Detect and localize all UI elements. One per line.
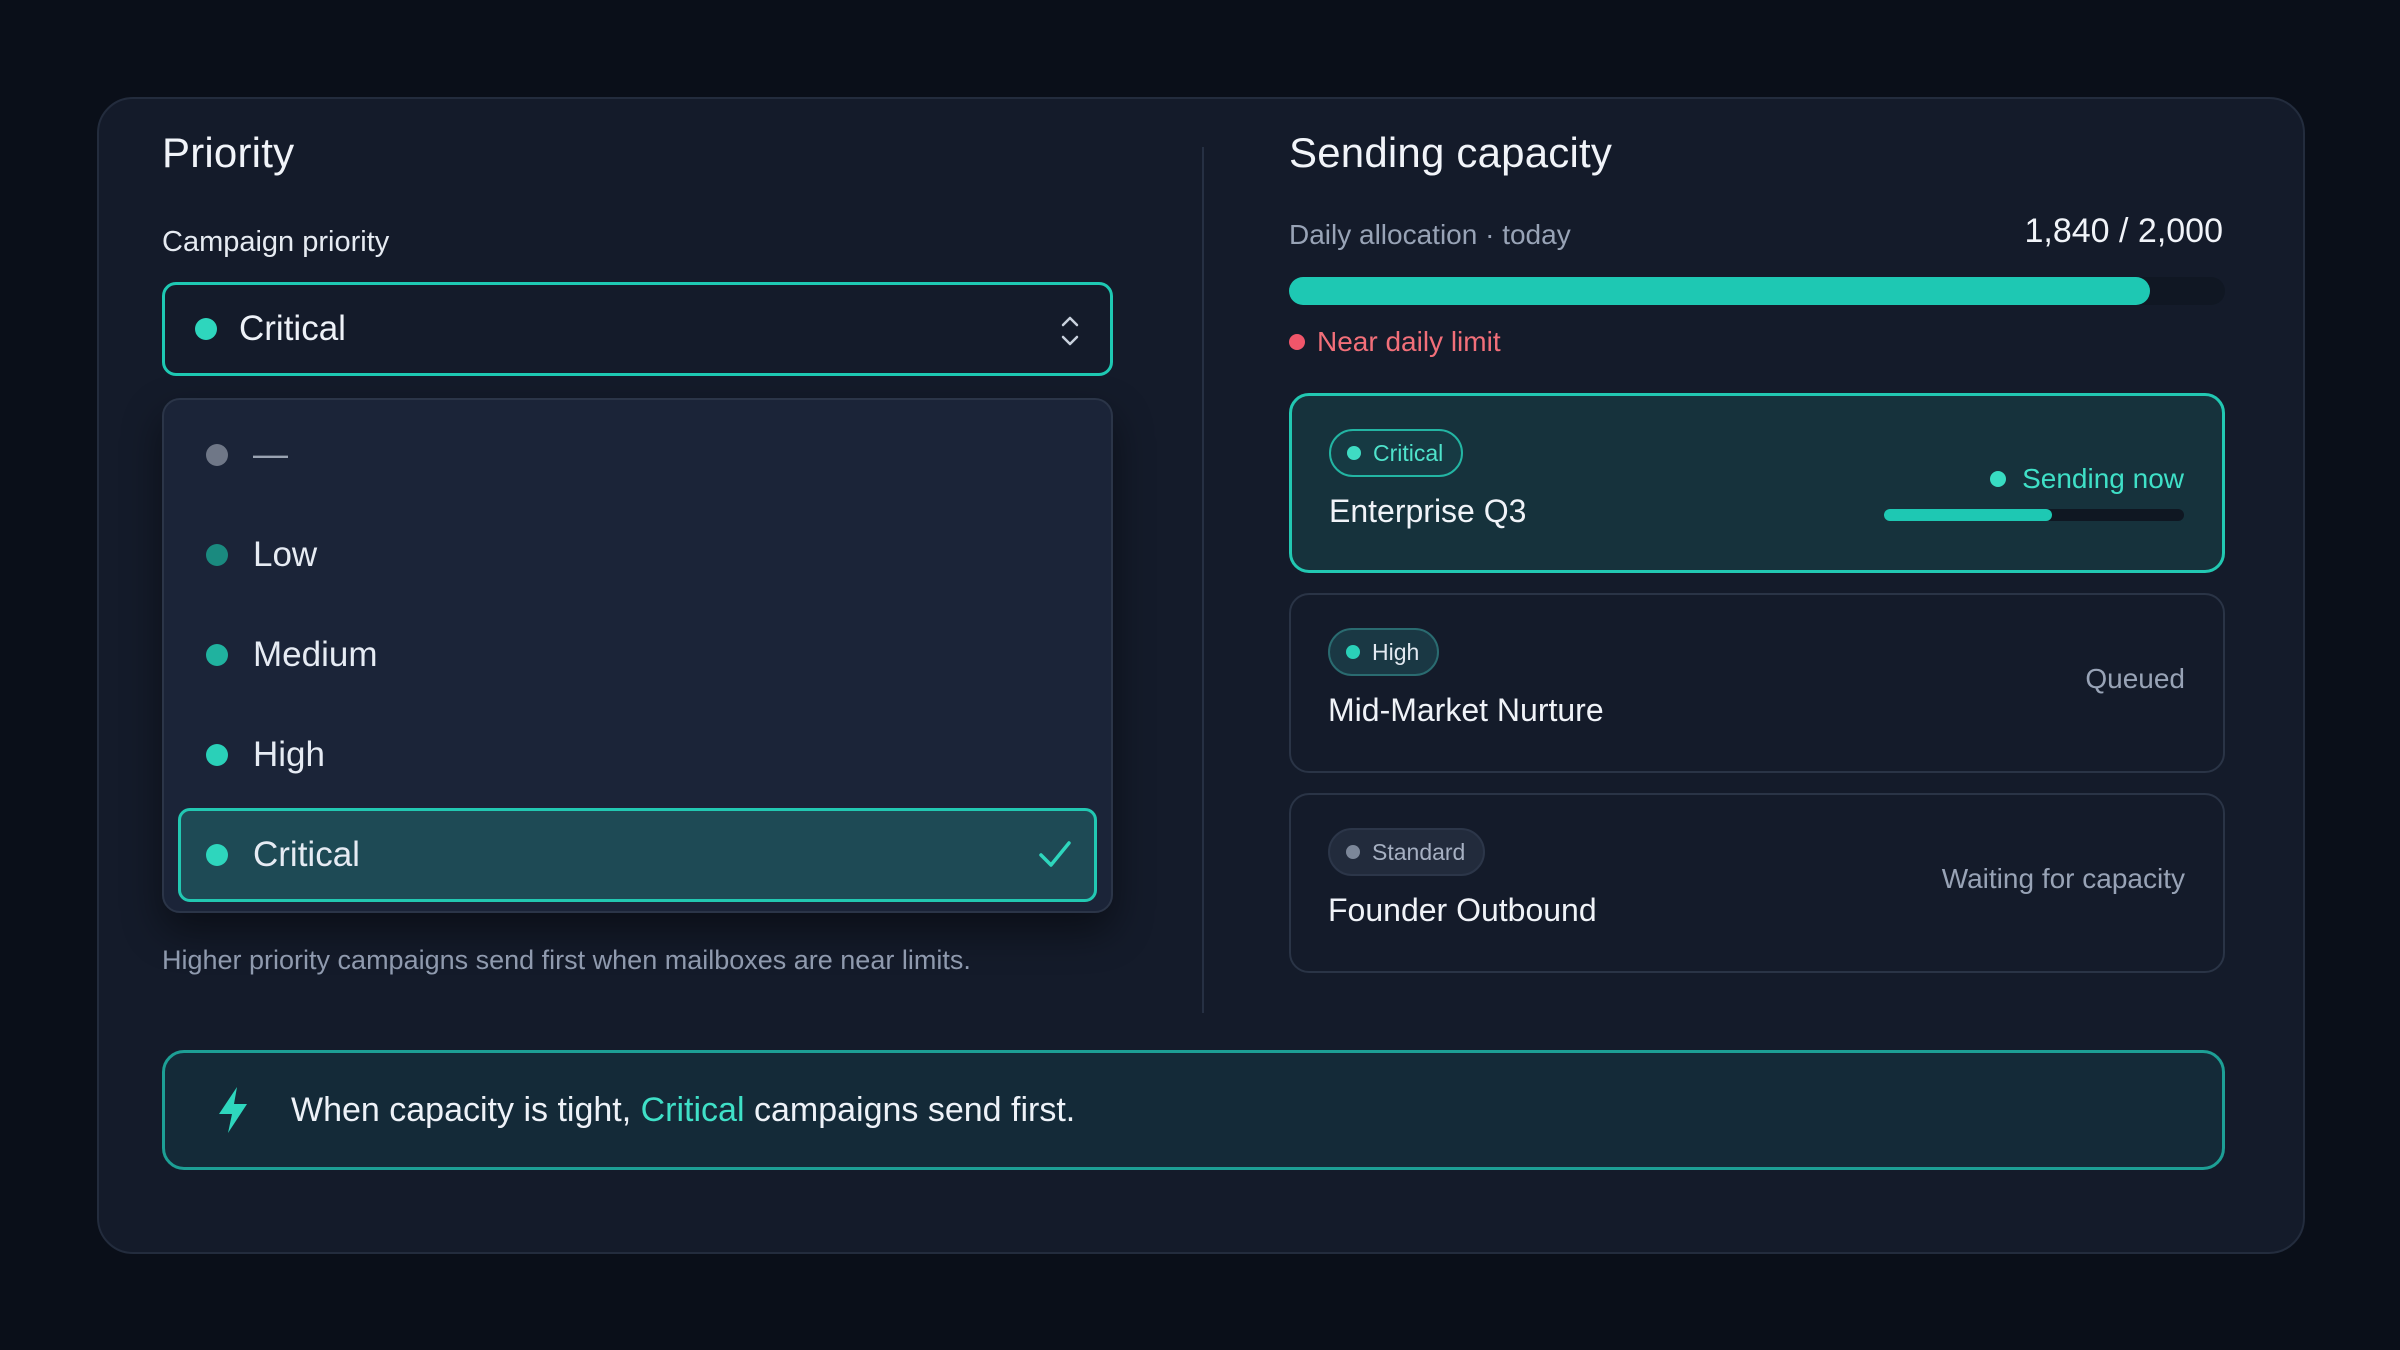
option-label: — <box>253 435 288 474</box>
priority-info-banner: When capacity is tight, Critical campaig… <box>162 1050 2225 1170</box>
banner-text: When capacity is tight, Critical campaig… <box>291 1091 1075 1130</box>
option-none[interactable]: — <box>180 410 1095 500</box>
banner-prefix: When capacity is tight, <box>291 1090 641 1129</box>
high-dot-icon <box>1346 645 1360 659</box>
option-high[interactable]: High <box>180 710 1095 800</box>
campaign-card-founder-outbound[interactable]: Standard Founder Outbound Waiting for ca… <box>1289 793 2225 973</box>
priority-select[interactable]: Critical <box>162 282 1113 376</box>
priority-title: Priority <box>162 129 295 176</box>
low-dot-icon <box>206 544 228 566</box>
sending-dot-icon <box>1990 471 2007 487</box>
campaign-name: Founder Outbound <box>1328 892 1597 928</box>
status-text: Sending now <box>2022 463 2184 494</box>
badge-label: High <box>1372 638 1420 665</box>
status-text: Queued <box>2085 663 2185 694</box>
high-dot-icon <box>206 744 228 766</box>
banner-suffix: campaigns send first. <box>744 1090 1076 1129</box>
option-label: Critical <box>253 835 360 874</box>
critical-dot-icon <box>195 318 217 340</box>
critical-dot-icon <box>206 844 228 866</box>
sending-now-status: Sending now <box>1990 463 2184 495</box>
option-critical[interactable]: Critical <box>178 808 1097 902</box>
banner-highlight: Critical <box>640 1090 745 1129</box>
option-label: Medium <box>253 635 378 674</box>
warning-dot-icon <box>1289 334 1305 350</box>
near-limit-warning: Near daily limit <box>1289 326 1501 358</box>
near-limit-text: Near daily limit <box>1317 326 1501 357</box>
campaign-card-mid-market-nurture[interactable]: High Mid-Market Nurture Queued <box>1289 593 2225 773</box>
chevron-up-down-icon <box>1061 316 1079 346</box>
campaign-card-enterprise-q3[interactable]: Critical Enterprise Q3 Sending now <box>1289 393 2225 573</box>
campaign-name: Mid-Market Nurture <box>1328 692 1604 728</box>
priority-dropdown-menu: — Low Medium High Critical <box>162 398 1113 913</box>
option-low[interactable]: Low <box>180 510 1095 600</box>
campaign-priority-label: Campaign priority <box>162 226 390 258</box>
capacity-progress-bar <box>1289 277 2225 305</box>
campaign-progress-bar <box>1884 509 2184 521</box>
badge-label: Standard <box>1372 838 1466 865</box>
campaign-name: Enterprise Q3 <box>1329 493 1527 529</box>
priority-badge: High <box>1328 628 1440 676</box>
priority-badge: Critical <box>1329 429 1464 477</box>
capacity-progress-fill <box>1289 277 2151 305</box>
status-text: Waiting for capacity <box>1941 863 2185 894</box>
panel-divider <box>1202 147 1204 1013</box>
lightning-bolt-icon <box>219 1087 247 1133</box>
checkmark-icon <box>1039 841 1071 867</box>
priority-badge: Standard <box>1328 828 1486 876</box>
campaign-progress-fill <box>1884 509 2052 521</box>
priority-select-value: Critical <box>239 309 346 348</box>
option-medium[interactable]: Medium <box>180 610 1095 700</box>
critical-dot-icon <box>1347 446 1361 460</box>
medium-dot-icon <box>206 644 228 666</box>
badge-label: Critical <box>1373 439 1444 466</box>
none-dot-icon <box>206 444 228 466</box>
standard-dot-icon <box>1346 845 1360 859</box>
daily-allocation-label: Daily allocation · today <box>1289 219 1571 250</box>
daily-allocation-count: 1,840 / 2,000 <box>2024 212 2223 250</box>
sending-capacity-title: Sending capacity <box>1289 129 1613 176</box>
priority-helper-text: Higher priority campaigns send first whe… <box>162 945 971 975</box>
option-label: Low <box>253 535 318 574</box>
option-label: High <box>253 735 325 774</box>
priority-card: Priority Campaign priority Critical — Lo… <box>97 97 2305 1254</box>
